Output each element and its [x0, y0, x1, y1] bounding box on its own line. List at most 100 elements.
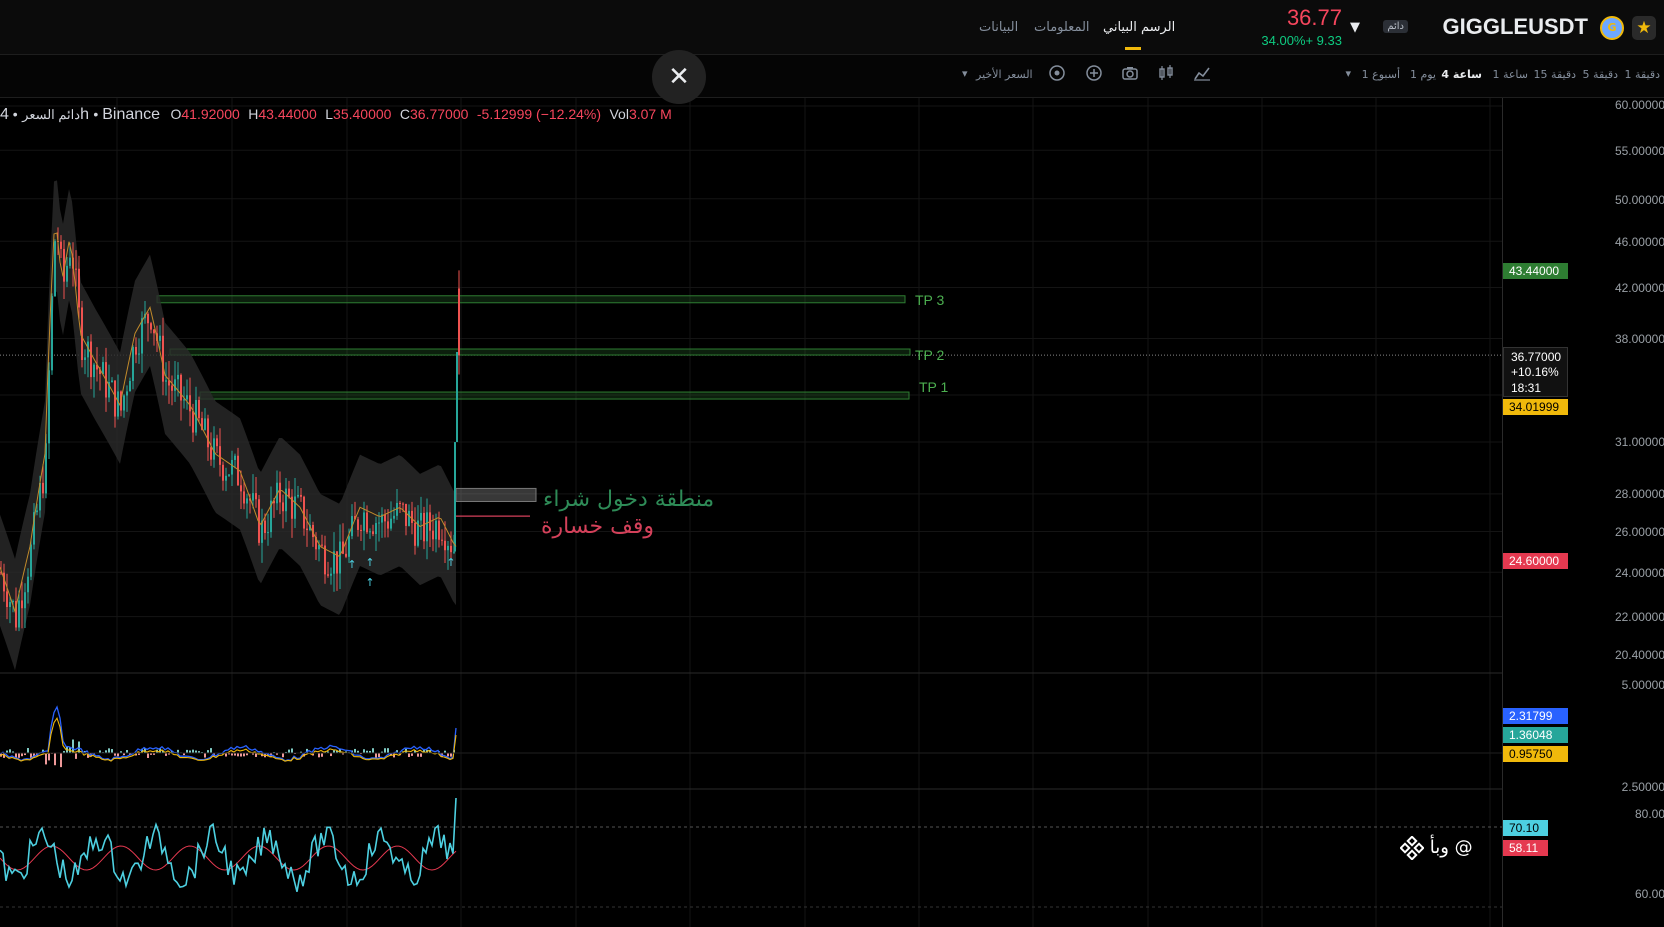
candle [189, 395, 191, 412]
candle [129, 380, 131, 392]
macd-histogram-bar [108, 748, 110, 753]
candle [66, 265, 68, 282]
rsi-value-label: 70.10 [1503, 820, 1548, 836]
macd-histogram-bar [210, 748, 212, 753]
candle [174, 379, 176, 391]
macd-histogram-bar [378, 753, 380, 758]
candle [21, 600, 23, 609]
macd-histogram-bar [363, 749, 365, 753]
candle [387, 521, 389, 529]
symbol-name[interactable]: GIGGLEUSDT [1443, 14, 1588, 40]
candle [321, 544, 323, 546]
candle [366, 512, 368, 533]
candle [423, 512, 425, 542]
timeframe-15m[interactable]: 15 دقيقة [1534, 68, 1576, 81]
price-axis[interactable]: 60.00000 55.00000 50.00000 46.00000 42.0… [1502, 98, 1664, 927]
candle [378, 522, 380, 524]
timeframe-1m[interactable]: 1 دقيقة [1625, 68, 1660, 81]
line-chart-icon[interactable] [1191, 64, 1213, 86]
rsi-pane [0, 797, 1502, 908]
macd-histogram-bar [237, 753, 239, 757]
timeframe-1h[interactable]: 1 ساعة [1492, 68, 1528, 81]
market-header: ★ G GIGGLEUSDT دائم ▼ 36.77 34.00%+ 9.33… [0, 0, 1664, 55]
candle [30, 544, 32, 577]
timeframe-1w[interactable]: 1 أسبوع [1362, 68, 1400, 81]
macd-axis-tick: 5.00000 [1621, 678, 1664, 692]
tp3-label: TP 3 [915, 292, 945, 308]
candles-icon[interactable] [1155, 64, 1177, 86]
low-price-label: 24.60000 [1503, 553, 1568, 569]
rsi-ma-line [0, 845, 457, 871]
macd-histogram-bar [192, 749, 194, 753]
star-icon[interactable]: ★ [1632, 16, 1656, 40]
rsi-axis-tick: 80.00 [1634, 807, 1664, 821]
candle [297, 494, 299, 497]
axis-tick: 42.00000 [1614, 281, 1664, 295]
candle [267, 532, 269, 534]
candle [138, 353, 140, 355]
chevron-down-icon[interactable]: ▾ [1345, 67, 1351, 80]
candle [204, 418, 206, 430]
candle [147, 313, 149, 324]
timeframe-1d[interactable]: 1 يوم [1410, 68, 1436, 81]
camera-icon[interactable] [1119, 64, 1141, 86]
macd-histogram-bar [240, 753, 242, 757]
macd-histogram-bar [447, 753, 449, 757]
macd-histogram-bar [27, 748, 29, 753]
entry-zone-label: منطقة دخول شراء [543, 487, 715, 512]
tab-chart[interactable]: الرسم البياني [1103, 20, 1175, 35]
candle [255, 493, 257, 500]
candle [438, 520, 440, 540]
ohlc-legend: دائم السعر • 4h • Binance O41.92000 H43.… [0, 106, 672, 123]
level-price-label: 34.01999 [1503, 399, 1568, 415]
macd-histogram-bar [291, 748, 293, 753]
candle [228, 474, 230, 476]
candle [141, 318, 143, 354]
candle [240, 485, 242, 492]
timeframe-5m[interactable]: 5 دقيقة [1583, 68, 1618, 81]
candle [225, 475, 227, 481]
candle [390, 518, 392, 529]
tab-data[interactable]: البيانات [979, 20, 1018, 35]
candle [447, 545, 449, 551]
price-source-select[interactable]: السعر الأخير [976, 68, 1033, 81]
macd-histogram-bar [48, 753, 50, 761]
chevron-down-icon[interactable]: ▼ [1350, 20, 1360, 35]
candle [90, 341, 92, 378]
macd-histogram-bar [18, 753, 20, 758]
tab-info[interactable]: المعلومات [1034, 20, 1090, 35]
rsi-axis-tick: 60.00 [1634, 887, 1664, 901]
add-indicator-icon[interactable] [1083, 64, 1105, 86]
axis-tick: 26.00000 [1614, 525, 1664, 539]
candle [165, 380, 167, 382]
candle [153, 329, 155, 334]
tp2-zone [169, 348, 911, 356]
watermark-handle: وبأ @ [1429, 837, 1473, 858]
macd-histogram-bar [75, 753, 77, 759]
macd-histogram-bar [321, 753, 323, 757]
axis-tick: 20.40000 [1614, 648, 1664, 662]
candle [285, 488, 287, 512]
candles: ↑ ↑ ↑ ↑ [0, 180, 460, 671]
macd-histogram-bar [204, 753, 206, 758]
candle [54, 241, 56, 297]
axis-tick: 55.00000 [1614, 144, 1664, 158]
timeframe-4h[interactable]: 4 ساعة [1441, 68, 1482, 81]
rsi-line [0, 797, 457, 892]
candle [48, 370, 50, 444]
axis-tick: 50.00000 [1614, 193, 1664, 207]
macd-histogram-bar [354, 748, 356, 753]
candle [132, 346, 134, 381]
candle [348, 536, 350, 557]
candle [60, 241, 62, 249]
close-button[interactable]: ✕ [652, 50, 706, 104]
chevron-down-icon[interactable]: ▾ [962, 67, 968, 80]
chart-canvas[interactable]: ↑ ↑ ↑ ↑ [0, 98, 1502, 927]
macd-histogram-bar [408, 753, 410, 758]
candle [231, 459, 233, 475]
settings-icon[interactable] [1046, 64, 1068, 86]
arrow-up-icon: ↑ [446, 556, 455, 569]
legend-vol-label: Vol [609, 106, 629, 122]
candle [411, 510, 413, 523]
legend-close: 36.77000 [410, 106, 469, 122]
